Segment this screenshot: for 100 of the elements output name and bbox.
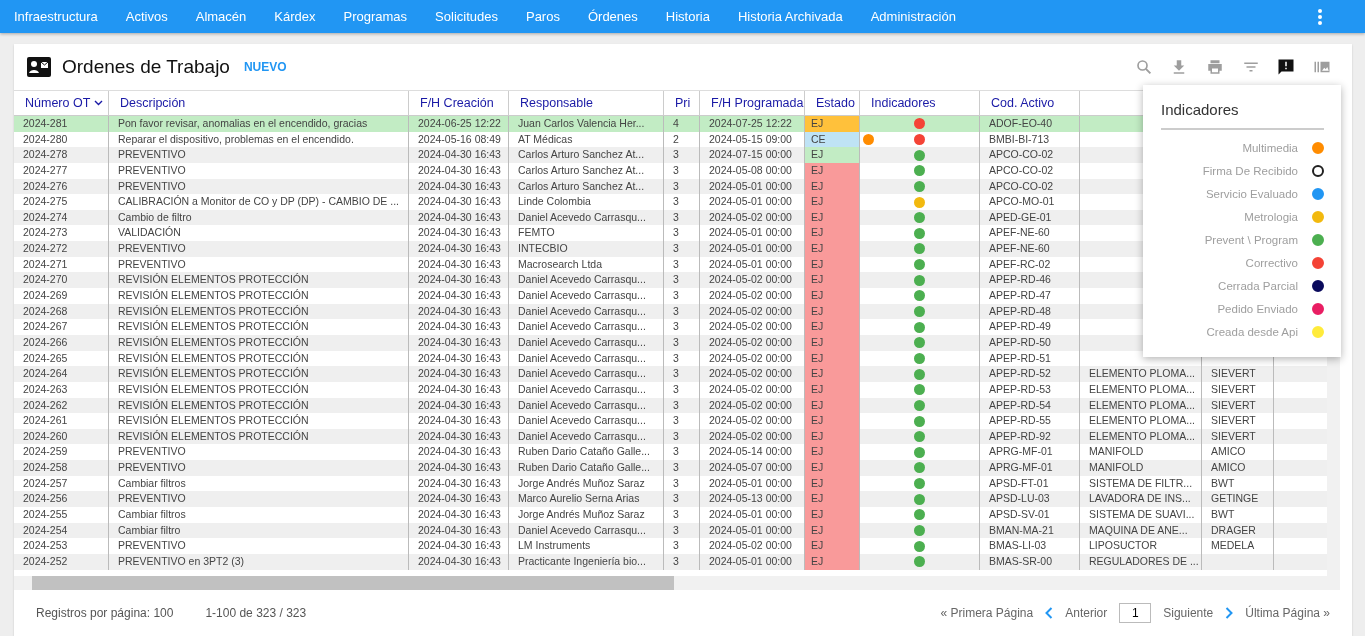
table-cell: SIEVERT (1211, 382, 1256, 395)
legend-label: Correctivo (1245, 256, 1298, 269)
table-cell: 3 (664, 413, 700, 429)
table-cell: Ruben Dario Cataño Galle... (509, 460, 664, 476)
table-row[interactable]: 2024-263 REVISIÓN ELEMENTOS PROTECCIÓN 2024-04-30 16:43 Daniel Acevedo Carrasqu... 3 2024-05-02 00:00 EJ APEP-RD-53 ELEMENTO PLOMA... SIEVERT (14, 381, 1327, 398)
next-link[interactable]: Siguiente (1163, 606, 1214, 620)
table-cell: 3 (664, 381, 700, 398)
table-cell: APCO-CO-02 (980, 147, 1080, 163)
table-cell: 2024-04-30 16:43 (409, 553, 509, 570)
last-page-link[interactable]: Última Página » (1245, 606, 1330, 620)
table-row[interactable]: 2024-264 REVISIÓN ELEMENTOS PROTECCIÓN 2024-04-30 16:43 Daniel Acevedo Carrasqu... 3 2024-05-02 00:00 EJ APEP-RD-52 ELEMENTO PLOMA... SIEVERT (14, 366, 1327, 382)
table-cell: 2024-252 (14, 553, 109, 570)
status-cell: EJ (805, 288, 860, 304)
table-cell: 2024-04-30 16:43 (409, 288, 509, 304)
more-menu-icon[interactable] (1317, 7, 1323, 26)
table-cell: AMICO (1211, 445, 1246, 458)
table-row[interactable]: 2024-258 PREVENTIVO 2024-04-30 16:43 Ruben Dario Cataño Galle... 3 2024-05-07 00:00 EJ APRG-MF-01 MANIFOLD AMICO (14, 460, 1327, 476)
table-cell: AMICO (1211, 461, 1246, 474)
status-cell: EJ (805, 147, 860, 163)
table-cell: SIEVERT (1211, 429, 1256, 442)
table-cell: PREVENTIVO (109, 491, 409, 508)
table-cell: MAQUINA DE ANE... (1089, 523, 1188, 536)
table-cell: 2024-266 (14, 334, 109, 351)
table-cell: Carlos Arturo Sanchez At... (509, 162, 664, 179)
table-cell: 2024-255 (14, 507, 109, 523)
table-cell: Daniel Acevedo Carrasqu... (509, 319, 664, 335)
table-row[interactable]: 2024-256 PREVENTIVO 2024-04-30 16:43 Marco Aurelio Serna Arias 3 2024-05-13 00:00 EJ APSD-LU-03 LAVADORA DE INS... GETINGE (14, 491, 1327, 507)
table-row[interactable]: 2024-252 PREVENTIVO en 3PT2 (3) 2024-04-30 16:43 Practicante Ingeniería bio... 3 2024-05-01 00:00 EJ BMAS-SR-00 REGULADORES DE ... (14, 553, 1327, 570)
table-cell: PREVENTIVO (109, 460, 409, 476)
table-row[interactable]: 2024-262 REVISIÓN ELEMENTOS PROTECCIÓN 2024-04-30 16:43 Daniel Acevedo Carrasqu... 3 2024-05-02 00:00 EJ APEP-RD-54 ELEMENTO PLOMA... SIEVERT (14, 397, 1327, 414)
table-cell: Practicante Ingeniería bio... (509, 553, 664, 570)
status-cell: EJ (805, 319, 860, 335)
table-cell: 2024-04-30 16:43 (409, 147, 509, 163)
chevron-right-icon[interactable] (1225, 607, 1234, 619)
column-header[interactable]: Número OT (25, 96, 104, 110)
first-page-link[interactable]: « Primera Página (940, 606, 1034, 620)
legend-label: Metrologia (1244, 210, 1298, 223)
column-header[interactable]: Estado (816, 96, 855, 110)
table-cell: 2024-04-30 16:43 (409, 162, 509, 179)
table-cell: 2024-268 (14, 303, 109, 320)
table-cell: Marco Aurelio Serna Arias (509, 491, 664, 508)
table-cell: ELEMENTO PLOMA... (1089, 429, 1195, 442)
table-cell: ADOF-EO-40 (980, 116, 1080, 132)
table-cell: LAVADORA DE INS... (1089, 492, 1191, 505)
table-cell: Daniel Acevedo Carrasqu... (509, 428, 664, 445)
column-header[interactable]: F/H Creación (420, 96, 494, 110)
table-cell: 2024-277 (14, 162, 109, 179)
table-cell: APSD-SV-01 (980, 507, 1080, 523)
table-cell: ELEMENTO PLOMA... (1089, 414, 1195, 427)
table-cell: 3 (664, 460, 700, 476)
page-input[interactable]: 1 (1119, 603, 1152, 623)
table-cell: Daniel Acevedo Carrasqu... (509, 303, 664, 320)
table-cell: APEP-RD-92 (980, 428, 1080, 445)
table-cell: Cambio de filtro (109, 209, 409, 226)
table-cell: 2024-270 (14, 272, 109, 289)
table-row[interactable]: 2024-261 REVISIÓN ELEMENTOS PROTECCIÓN 2024-04-30 16:43 Daniel Acevedo Carrasqu... 3 2024-05-02 00:00 EJ APEP-RD-55 ELEMENTO PLOMA... SIEVERT (14, 413, 1327, 429)
table-cell: APCO-CO-02 (980, 178, 1080, 195)
table-cell: APEP-RD-49 (980, 319, 1080, 335)
table-cell: PREVENTIVO en 3PT2 (3) (109, 553, 409, 570)
table-cell: MANIFOLD (1089, 461, 1144, 474)
column-header[interactable]: F/H Programada (711, 96, 804, 110)
rows-per-page-label[interactable]: Registros por página: 100 (36, 606, 174, 620)
status-cell: EJ (805, 272, 860, 289)
column-header[interactable]: Pri (675, 96, 691, 110)
table-cell: 3 (664, 288, 700, 304)
table-cell: DRAGER (1211, 523, 1256, 536)
table-row[interactable]: 2024-253 PREVENTIVO 2024-04-30 16:43 LM Instruments 3 2024-05-02 00:00 EJ BMAS-LI-03 LIPOSUCTOR MEDELA (14, 538, 1327, 554)
table-cell: SISTEMA DE SUAVI... (1089, 508, 1195, 520)
table-cell: 2024-04-30 16:43 (409, 381, 509, 398)
table-cell: 2024-04-30 16:43 (409, 491, 509, 508)
table-row[interactable]: 2024-254 Cambiar filtro 2024-04-30 16:43 Daniel Acevedo Carrasqu... 3 2024-05-01 00:00 EJ BMAN-MA-21 MAQUINA DE ANE... DRAGER (14, 522, 1327, 539)
previous-link[interactable]: Anterior (1065, 606, 1108, 620)
table-cell: 2024-04-30 16:43 (409, 428, 509, 445)
table-row[interactable]: 2024-255 Cambiar filtros 2024-04-30 16:43 Jorge Andrés Muñoz Saraz 3 2024-05-01 00:00 EJ APSD-SV-01 SISTEMA DE SUAVI... BWT (14, 507, 1327, 523)
table-cell: 2024-04-30 16:43 (409, 319, 509, 335)
table-cell: APEP-RD-54 (980, 397, 1080, 414)
table-cell: PREVENTIVO (109, 162, 409, 179)
horizontal-scrollbar[interactable] (14, 576, 1340, 590)
table-cell: Daniel Acevedo Carrasqu... (509, 334, 664, 351)
feedback-icon[interactable] (1277, 58, 1295, 76)
table-cell: 2024-276 (14, 178, 109, 195)
column-header[interactable]: Descripción (120, 96, 186, 110)
table-row[interactable]: 2024-260 REVISIÓN ELEMENTOS PROTECCIÓN 2024-04-30 16:43 Daniel Acevedo Carrasqu... 3 2024-05-02 00:00 EJ APEP-RD-92 ELEMENTO PLOMA... SIEVERT (14, 428, 1327, 445)
table-cell: Pon favor revisar, anomalias en el encendido, gracias (109, 116, 409, 132)
table-cell: Cambiar filtro (109, 522, 409, 539)
print-icon[interactable] (1205, 58, 1225, 76)
table-cell: 2024-04-30 16:43 (409, 366, 509, 382)
id-card-icon (26, 56, 52, 78)
table-cell: 2024-274 (14, 209, 109, 226)
chevron-left-icon[interactable] (1045, 607, 1054, 619)
column-header[interactable]: Indicadores (871, 96, 936, 110)
table-cell: SIEVERT (1211, 398, 1256, 411)
search-icon[interactable] (1135, 58, 1153, 76)
column-header[interactable]: Cod. Activo (991, 96, 1055, 110)
table-cell: GETINGE (1211, 492, 1259, 505)
column-header[interactable]: Responsable (520, 96, 593, 110)
table-cell: APEP-RD-48 (980, 303, 1080, 320)
table-cell: Juan Carlos Valencia Her... (509, 116, 664, 132)
table-cell: 2024-281 (14, 116, 109, 132)
status-cell: EJ (805, 460, 860, 476)
